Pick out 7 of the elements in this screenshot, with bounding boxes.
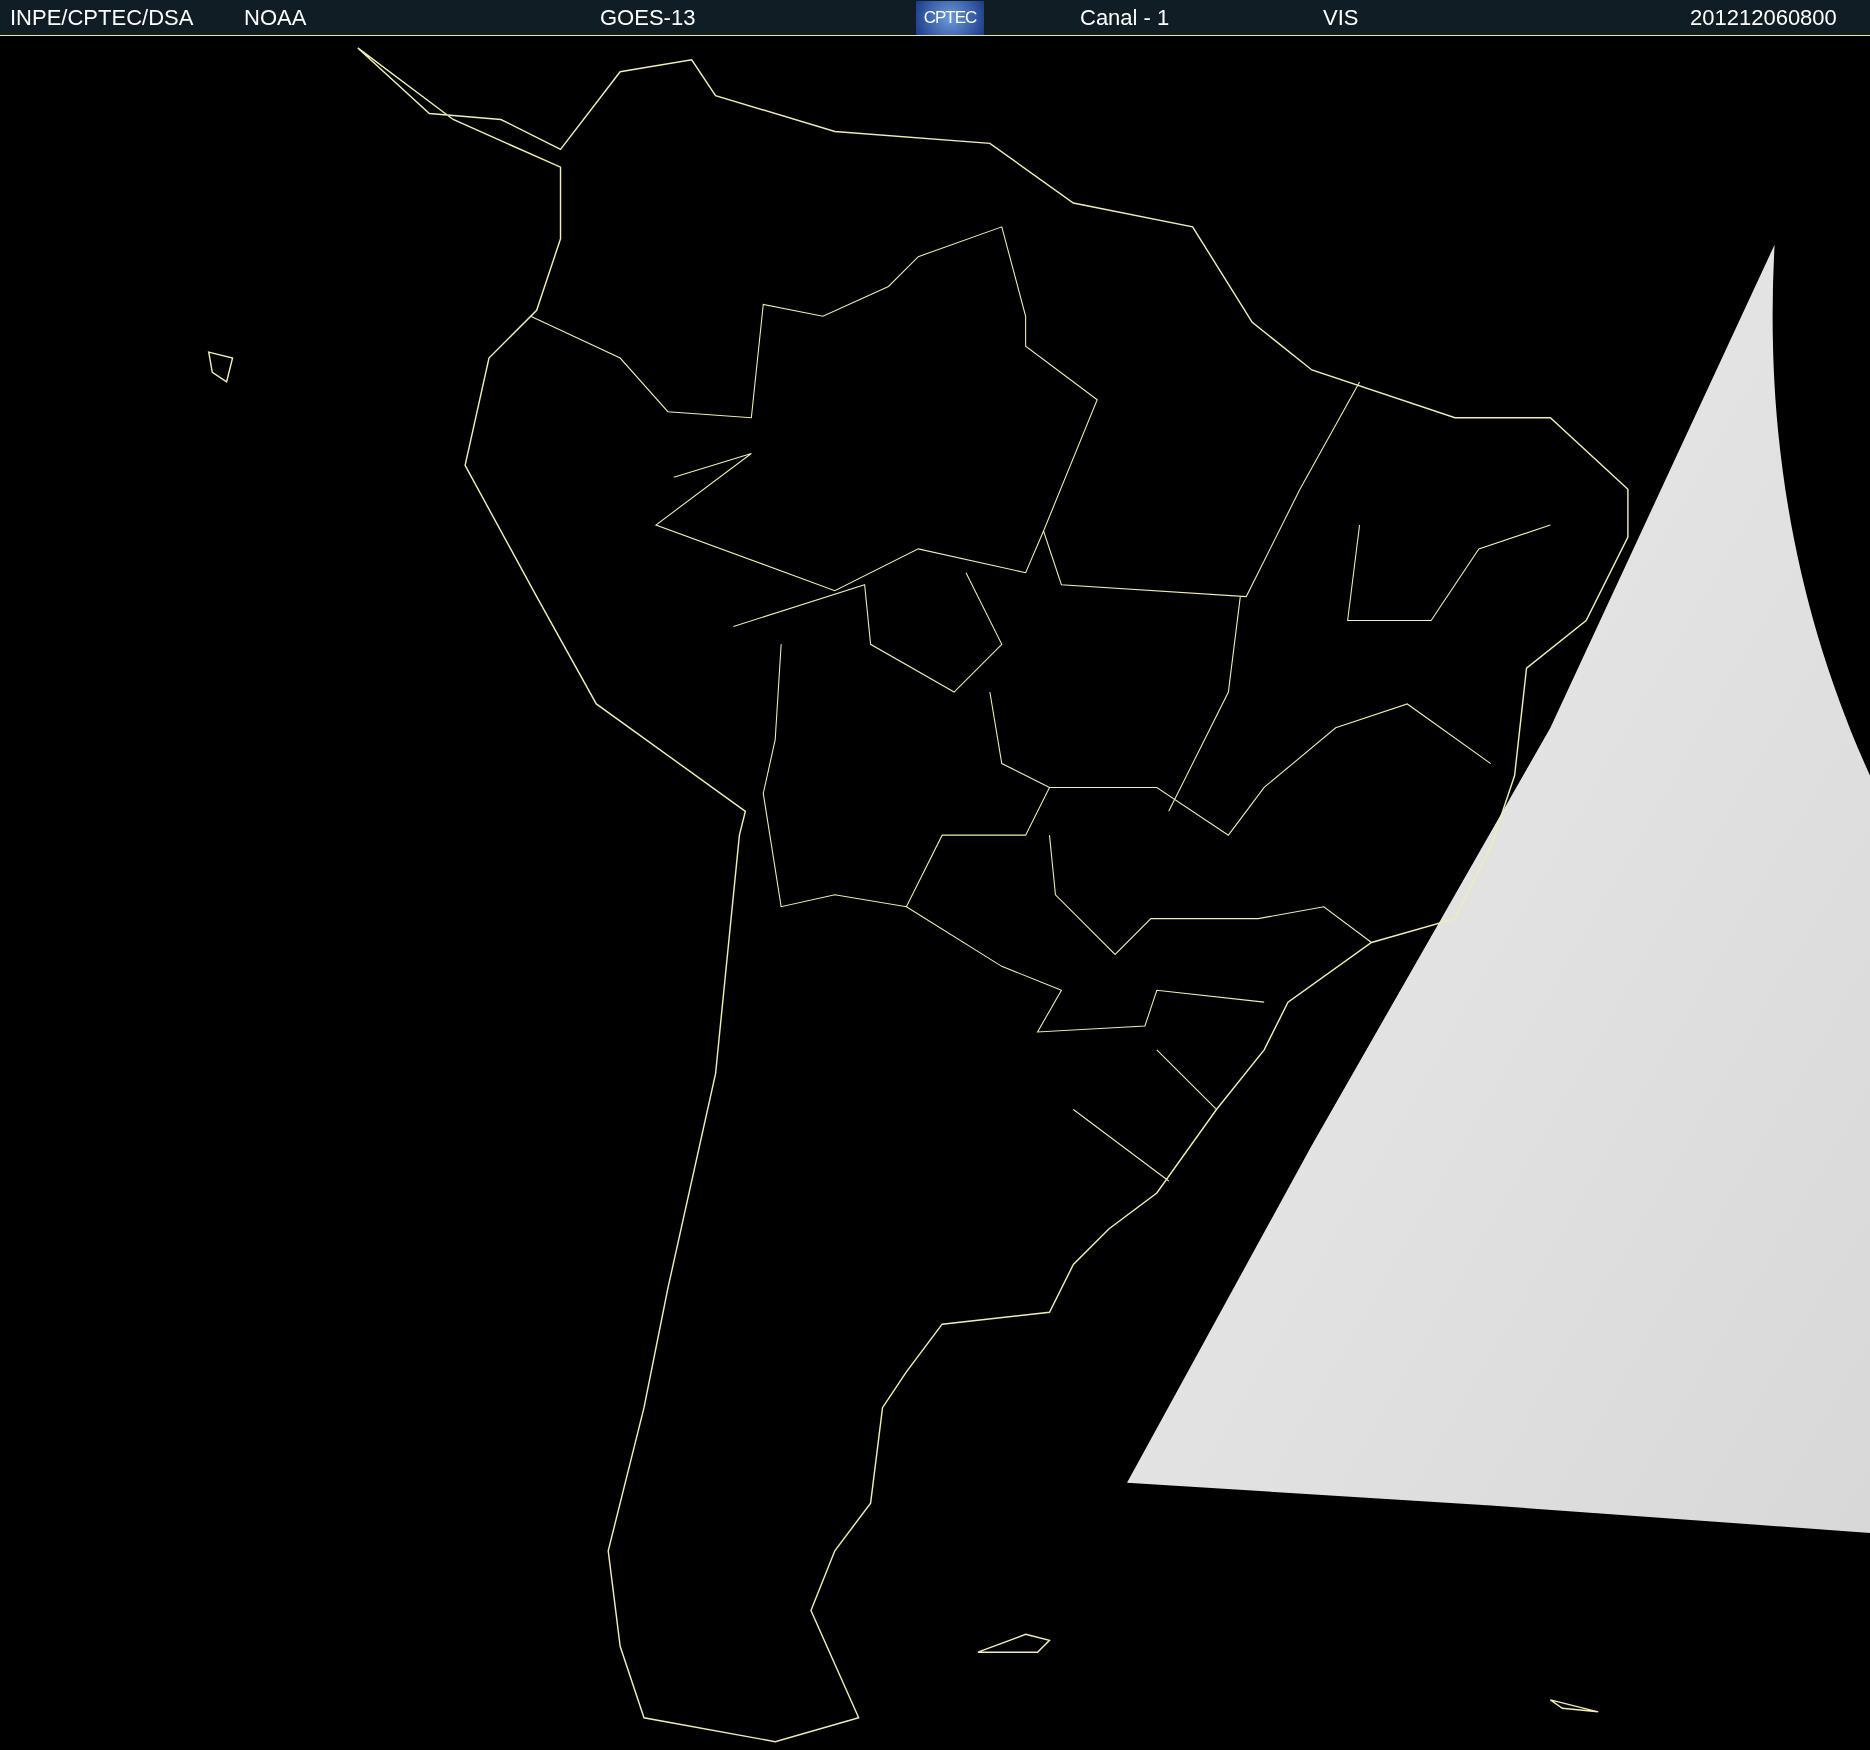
header-label: Canal - 1 xyxy=(1080,4,1170,32)
header-label: NOAA xyxy=(244,4,307,32)
header-label: 201212060800 xyxy=(1690,4,1837,32)
header-label: VIS xyxy=(1323,4,1359,32)
header-label: GOES-13 xyxy=(600,4,696,32)
header-label: INPE/CPTEC/DSA xyxy=(10,4,194,32)
agency-logo: CPTEC xyxy=(916,0,984,35)
